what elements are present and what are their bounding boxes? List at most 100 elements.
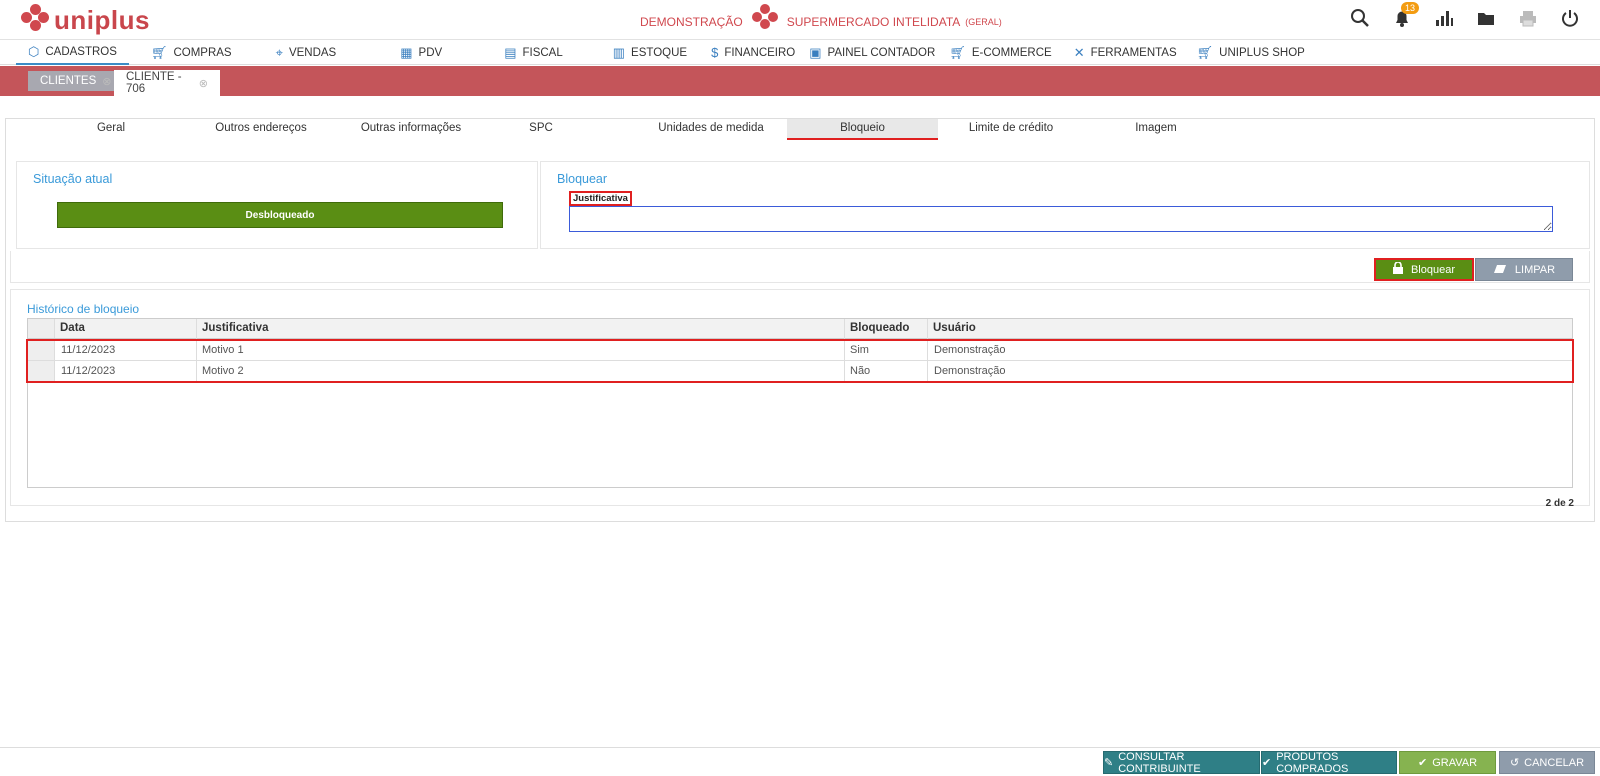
company-scope: (GERAL) xyxy=(965,17,1002,27)
pencil-icon: ✎ xyxy=(1104,757,1114,769)
check-circle-icon: ✔ xyxy=(1417,757,1428,769)
check-circle-icon: ✔ xyxy=(1262,757,1272,769)
subtab-imagem[interactable]: Imagem xyxy=(1121,122,1191,134)
company-prefix: DEMONSTRAÇÃO xyxy=(640,15,743,29)
column-header-justificativa[interactable]: Justificativa xyxy=(202,322,268,334)
menu-estoque[interactable]: ▥ ESTOQUE xyxy=(601,40,699,65)
produtos-label: PRODUTOS COMPRADOS xyxy=(1276,750,1349,775)
bell-icon[interactable]: 13 xyxy=(1392,2,1420,28)
company-name: SUPERMERCADO INTELIDATA xyxy=(786,15,961,29)
table-row[interactable]: 11/12/2023 Motivo 1 Sim Demonstração xyxy=(28,340,1572,361)
cart-icon: 🛒︎ xyxy=(1196,44,1214,60)
column-header-bloqueado[interactable]: Bloqueado xyxy=(850,322,909,334)
cell-bloqueado: Sim xyxy=(850,344,869,356)
cancelar-button[interactable]: ↺ CANCELAR xyxy=(1499,751,1595,774)
subtab-unidades-de-medida[interactable]: Unidades de medida xyxy=(641,122,781,134)
consultar-contribuinte-button[interactable]: ✎ CONSULTAR CONTRIBUINTE xyxy=(1103,751,1260,775)
top-header: uniplus DEMONSTRAÇÃO SUPERMERCADO INTELI… xyxy=(0,0,1600,40)
menu-ferramentas[interactable]: ✕ FERRAMENTAS xyxy=(1064,40,1189,65)
cell-justificativa: Motivo 1 xyxy=(202,344,244,356)
row-selector-header xyxy=(28,319,55,338)
menu-ecommerce[interactable]: 🛒︎ E-COMMERCE xyxy=(947,40,1063,65)
menu-label: ESTOQUE xyxy=(631,46,688,59)
close-icon[interactable]: ⊗ xyxy=(102,75,111,88)
cell-bloqueado: Não xyxy=(850,365,871,377)
lock-icon xyxy=(1392,261,1403,277)
bloquear-title: Bloquear xyxy=(557,172,608,186)
menu-label: PAINEL CONTADOR xyxy=(827,46,936,59)
chart-icon[interactable] xyxy=(1434,8,1454,28)
menu-vendas[interactable]: ⌖ VENDAS xyxy=(264,40,349,65)
notification-badge: 13 xyxy=(1401,2,1420,14)
menu-label: FISCAL xyxy=(522,46,563,59)
pager-count: 2 de 2 xyxy=(1545,498,1574,509)
logo-text: uniplus xyxy=(54,4,150,35)
document-icon: ▤ xyxy=(504,44,517,60)
menu-painel-contador[interactable]: ▣ PAINEL CONTADOR xyxy=(807,40,947,65)
menu-label: E-COMMERCE xyxy=(971,46,1052,59)
cell-justificativa: Motivo 2 xyxy=(202,365,244,377)
situacao-atual-box: Situação atual Desbloqueado xyxy=(16,161,538,249)
menu-uniplus-shop[interactable]: 🛒︎ UNIPLUS SHOP xyxy=(1189,40,1317,65)
dollar-icon: $ xyxy=(711,45,719,60)
gravar-button[interactable]: ✔ GRAVAR xyxy=(1399,751,1496,774)
subtab-outras-informacoes[interactable]: Outras informações xyxy=(346,122,476,134)
search-icon[interactable] xyxy=(1350,8,1370,28)
menu-label: VENDAS xyxy=(288,46,337,59)
menu-label: UNIPLUS SHOP xyxy=(1219,46,1305,59)
power-icon[interactable] xyxy=(1560,8,1580,28)
cart-icon: 🛒︎ xyxy=(150,44,168,60)
company-logo-icon xyxy=(751,4,779,32)
menu-pdv[interactable]: ▦ PDV xyxy=(388,40,454,65)
column-header-usuario[interactable]: Usuário xyxy=(933,322,976,334)
row-selector[interactable] xyxy=(28,340,55,360)
subtab-outros-enderecos[interactable]: Outros endereços xyxy=(201,122,321,134)
menu-label: PDV xyxy=(418,46,443,59)
subtab-bloqueio[interactable]: Bloqueio xyxy=(787,119,938,140)
bloquear-button[interactable]: Bloquear xyxy=(1374,258,1474,281)
action-row xyxy=(10,251,1590,283)
menu-fiscal[interactable]: ▤ FISCAL xyxy=(492,40,575,65)
header-actions: 13 xyxy=(1350,2,1580,28)
table-header: Data Justificativa Bloqueado Usuário xyxy=(28,319,1572,339)
tab-clientes[interactable]: CLIENTES ⊗ xyxy=(28,71,124,91)
cell-data: 11/12/2023 xyxy=(61,344,116,356)
box-icon: ▥ xyxy=(612,44,626,60)
subtab-spc[interactable]: SPC xyxy=(516,122,566,134)
printer-icon[interactable] xyxy=(1518,8,1538,28)
table-row[interactable]: 11/12/2023 Motivo 2 Não Demonstração xyxy=(28,361,1572,382)
folder-icon[interactable] xyxy=(1476,8,1496,28)
limpar-button[interactable]: LIMPAR xyxy=(1475,258,1573,281)
logo-mark-icon xyxy=(20,4,50,36)
tab-cliente-706[interactable]: CLIENTE - 706 ⊗ xyxy=(114,70,220,96)
page-tab-bar: CLIENTES ⊗ CLIENTE - 706 ⊗ xyxy=(0,66,1600,96)
sub-tab-bar: Geral Outros endereços Outras informaçõe… xyxy=(6,119,1594,140)
hexagon-icon: ⬡ xyxy=(28,43,40,59)
company-info: DEMONSTRAÇÃO SUPERMERCADO INTELIDATA (GE… xyxy=(640,4,1002,32)
situacao-atual-title: Situação atual xyxy=(33,172,113,186)
cancelar-label: CANCELAR xyxy=(1524,756,1585,769)
produtos-comprados-button[interactable]: ✔ PRODUTOS COMPRADOS xyxy=(1261,750,1397,775)
subtab-geral[interactable]: Geral xyxy=(66,122,156,134)
historico-table: Data Justificativa Bloqueado Usuário 11/… xyxy=(27,318,1573,488)
column-header-data[interactable]: Data xyxy=(60,322,85,334)
subtab-limite-de-credito[interactable]: Limite de crédito xyxy=(951,122,1071,134)
justificativa-label: Justificativa xyxy=(569,191,632,206)
eraser-icon xyxy=(1493,263,1507,277)
menu-label: FERRAMENTAS xyxy=(1090,46,1177,59)
cart-icon: 🛒︎ xyxy=(949,44,966,60)
menu-label: FINANCEIRO xyxy=(724,46,796,59)
cell-usuario: Demonstração xyxy=(934,344,1006,356)
historico-title: Histórico de bloqueio xyxy=(27,302,140,316)
row-selector[interactable] xyxy=(28,361,55,381)
footer-actions: ✎ CONSULTAR CONTRIBUINTE ✔ PRODUTOS COMP… xyxy=(0,747,1600,776)
menu-financeiro[interactable]: $ FINANCEIRO xyxy=(699,40,807,65)
justificativa-input[interactable] xyxy=(569,206,1553,232)
menu-cadastros[interactable]: ⬡ CADASTROS xyxy=(16,40,129,65)
close-icon[interactable]: ⊗ xyxy=(199,77,208,90)
cell-data: 11/12/2023 xyxy=(61,365,116,377)
menu-compras[interactable]: 🛒︎ COMPRAS xyxy=(139,40,244,65)
bloquear-label: Bloquear xyxy=(1410,263,1456,276)
tab-label: CLIENTE - 706 xyxy=(126,71,182,95)
undo-icon: ↺ xyxy=(1509,757,1520,769)
